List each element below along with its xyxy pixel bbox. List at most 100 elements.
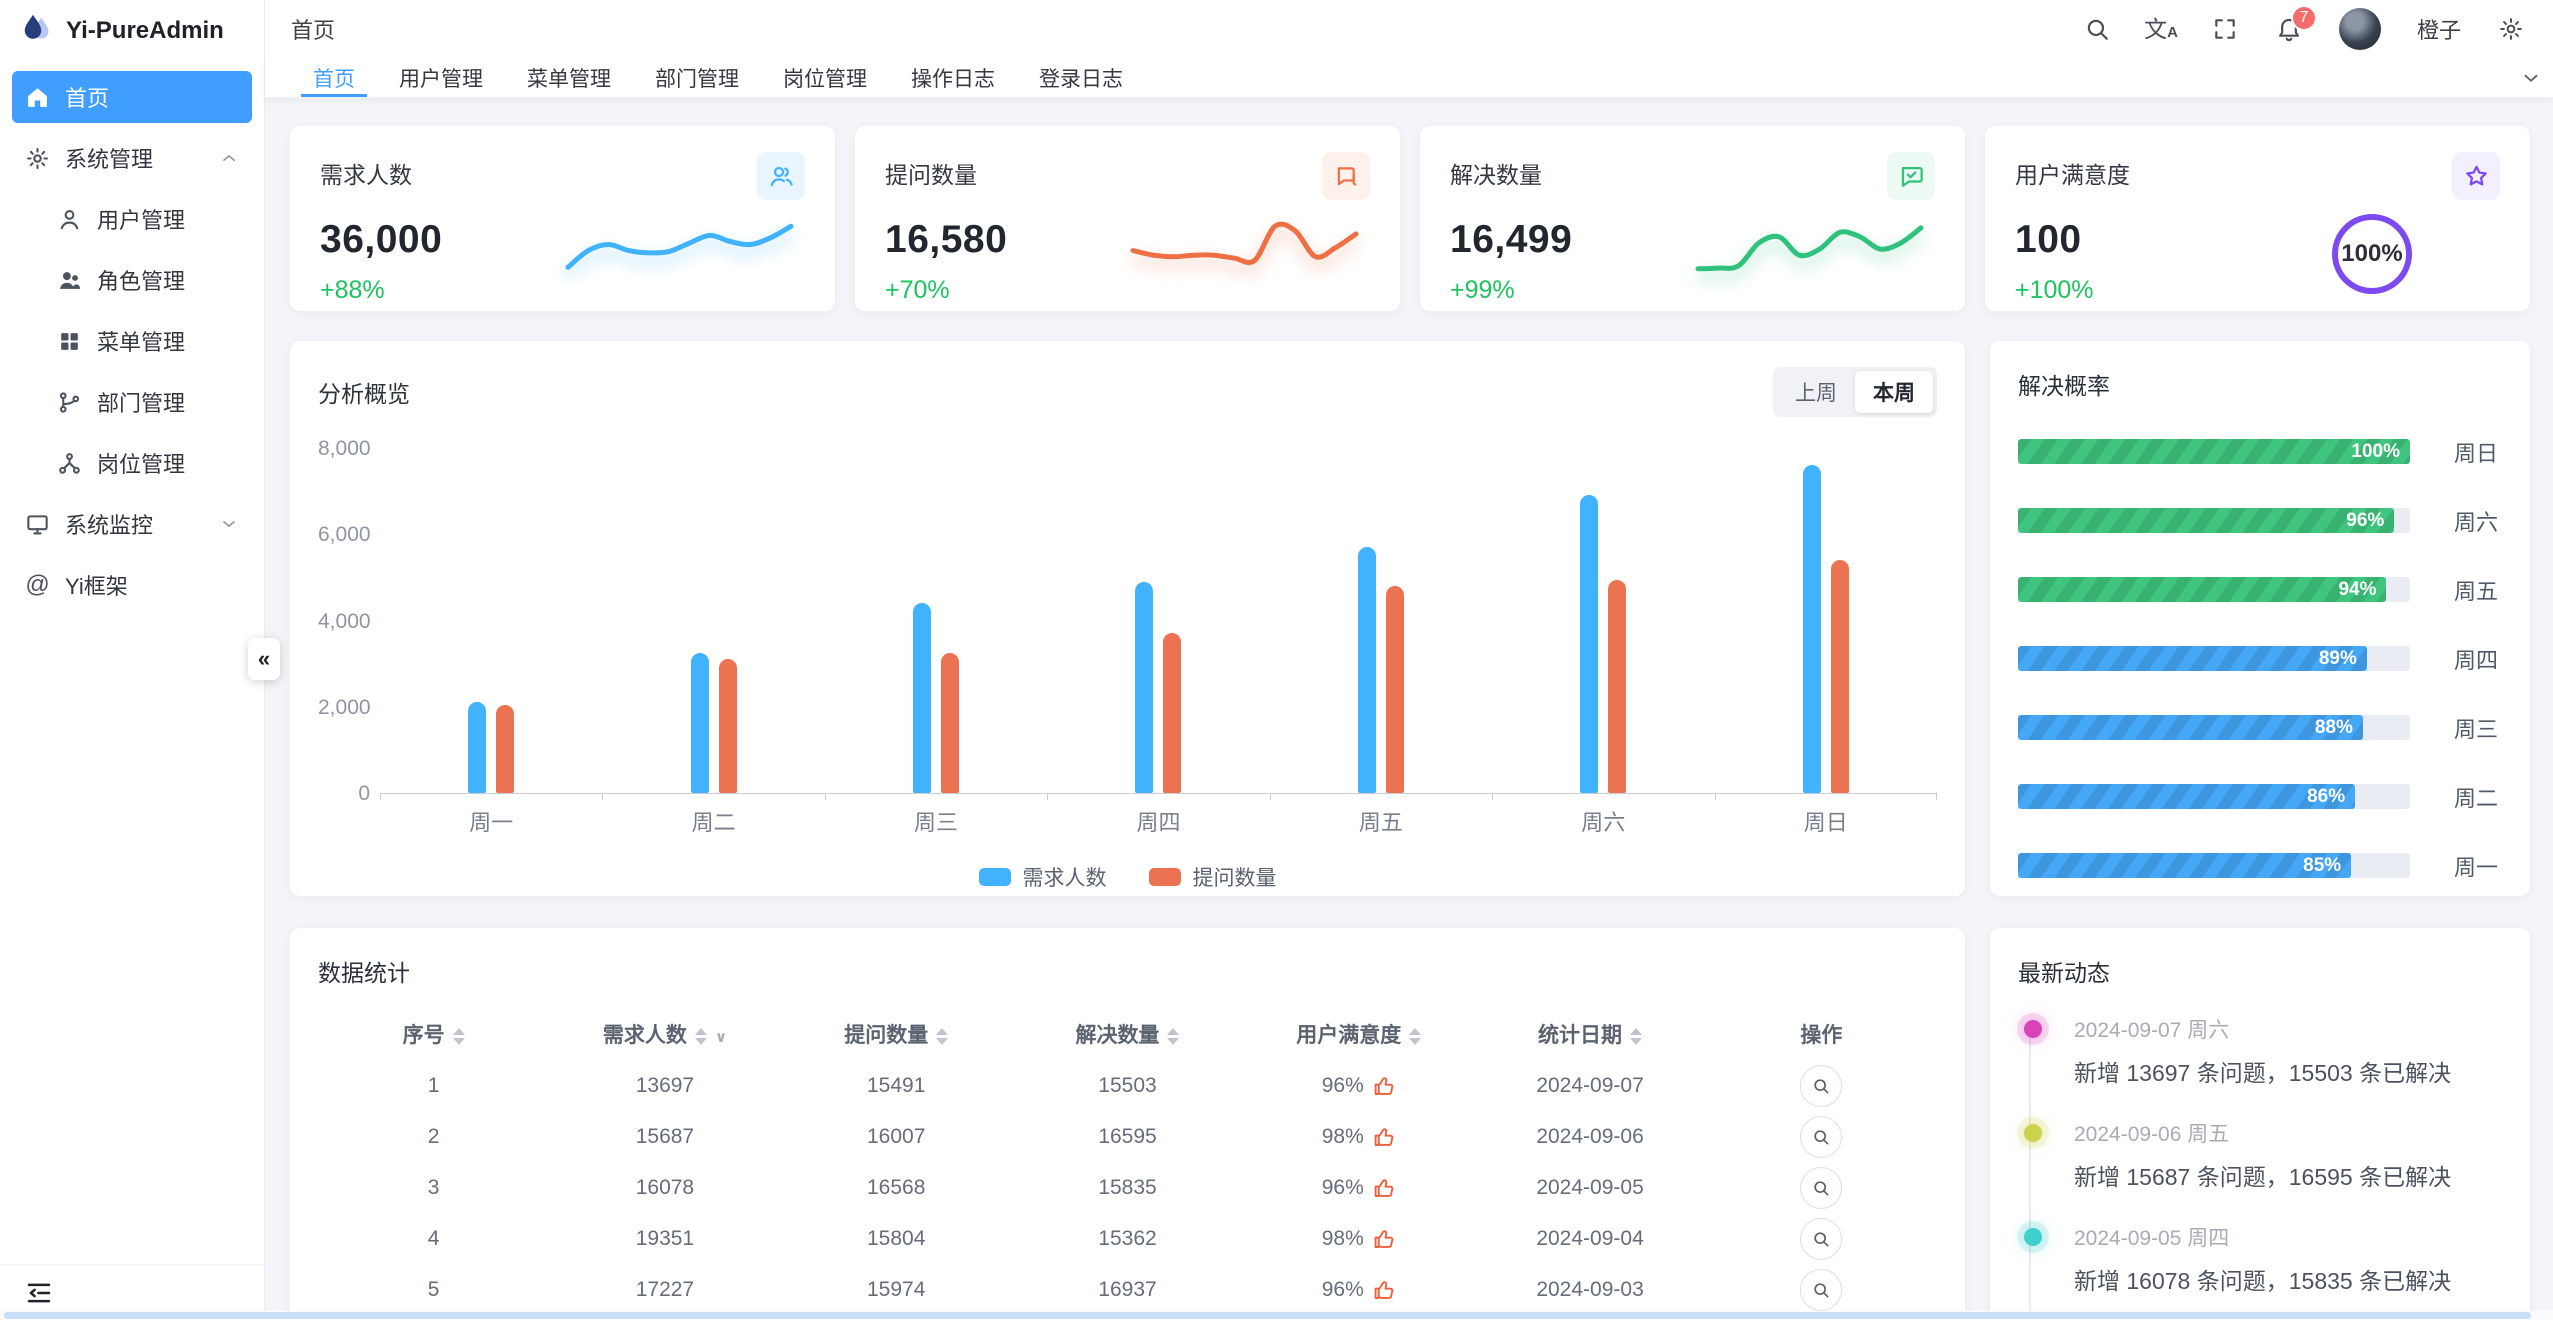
sidebar-item-系统监控[interactable]: 系统监控 bbox=[12, 498, 252, 550]
table-row: 419351158041536298%2024-09-04 bbox=[318, 1213, 1937, 1264]
x-axis-tick bbox=[602, 793, 603, 800]
toggle-本周[interactable]: 本周 bbox=[1855, 371, 1933, 413]
column-header-需求人数[interactable]: 需求人数∨ bbox=[549, 1008, 780, 1060]
table-row: 215687160071659598%2024-09-06 bbox=[318, 1111, 1937, 1162]
tab-岗位管理[interactable]: 岗位管理 bbox=[761, 58, 889, 97]
thumb-up-icon bbox=[1372, 1227, 1396, 1251]
y-axis-tick-label: 2,000 bbox=[318, 696, 370, 720]
sidebar-item-用户管理[interactable]: 用户管理 bbox=[12, 193, 252, 245]
table-row: 113697154911550396%2024-09-07 bbox=[318, 1060, 1937, 1111]
timeline-entry: 2024-09-05 周四新增 16078 条问题，15835 条已解决 bbox=[2022, 1222, 2502, 1296]
sort-carets-icon[interactable] bbox=[1630, 1028, 1642, 1045]
bar-提问数量-周四 bbox=[1163, 633, 1181, 793]
column-header-提问数量[interactable]: 提问数量 bbox=[781, 1008, 1012, 1060]
sidebar-item-label: 系统管理 bbox=[65, 142, 153, 174]
sidebar-item-Yi框架[interactable]: @Yi框架 bbox=[12, 559, 252, 611]
timeline-text: 新增 16078 条问题，15835 条已解决 bbox=[2074, 1262, 2502, 1296]
tab-操作日志[interactable]: 操作日志 bbox=[889, 58, 1017, 97]
bar-group-周日: 周日 bbox=[1715, 449, 1937, 793]
chart-title: 分析概览 bbox=[318, 375, 410, 409]
cell-no: 5 bbox=[318, 1264, 549, 1315]
progress-fill: 96% bbox=[2018, 508, 2394, 533]
sidebar-item-岗位管理[interactable]: 岗位管理 bbox=[12, 437, 252, 489]
progress-day-label: 周日 bbox=[2454, 436, 2498, 468]
search-icon[interactable] bbox=[2083, 15, 2111, 43]
tab-用户管理[interactable]: 用户管理 bbox=[377, 58, 505, 97]
sidebar-item-系统管理[interactable]: 系统管理 bbox=[12, 132, 252, 184]
tab-菜单管理[interactable]: 菜单管理 bbox=[505, 58, 633, 97]
bar-group-周四: 周四 bbox=[1047, 449, 1269, 793]
sidebar-item-label: 系统监控 bbox=[65, 508, 153, 540]
plot-area: 周一周二周三周四周五周六周日 bbox=[380, 449, 1937, 794]
row-search-button[interactable] bbox=[1800, 1269, 1842, 1311]
logo[interactable]: Yi-PureAdmin bbox=[0, 0, 264, 62]
sidebar-item-角色管理[interactable]: 角色管理 bbox=[12, 254, 252, 306]
x-axis-label: 周四 bbox=[1136, 805, 1180, 837]
progress-percent-label: 94% bbox=[2338, 579, 2376, 601]
cell-solved: 16595 bbox=[1012, 1111, 1243, 1162]
sidebar-collapse-fab[interactable]: « bbox=[248, 638, 280, 680]
progress-percent-label: 96% bbox=[2346, 510, 2384, 532]
cell-solved: 15362 bbox=[1012, 1213, 1243, 1264]
translate-icon[interactable]: 文A bbox=[2147, 15, 2175, 43]
cell-demand: 13697 bbox=[549, 1060, 780, 1111]
settings-gear-icon[interactable] bbox=[2497, 15, 2525, 43]
progress-fill: 85% bbox=[2018, 853, 2351, 878]
sidebar-item-菜单管理[interactable]: 菜单管理 bbox=[12, 315, 252, 367]
sort-carets-icon[interactable] bbox=[1409, 1028, 1421, 1045]
column-header-统计日期[interactable]: 统计日期 bbox=[1474, 1008, 1705, 1060]
progress-percent-label: 89% bbox=[2319, 648, 2357, 670]
fullscreen-icon[interactable] bbox=[2211, 15, 2239, 43]
sort-carets-icon[interactable] bbox=[695, 1028, 707, 1045]
progress-fill: 100% bbox=[2018, 439, 2410, 464]
column-header-序号[interactable]: 序号 bbox=[318, 1008, 549, 1060]
x-axis-label: 周日 bbox=[1804, 805, 1848, 837]
tab-部门管理[interactable]: 部门管理 bbox=[633, 58, 761, 97]
sidebar-item-首页[interactable]: 首页 bbox=[12, 71, 252, 123]
bottom-row: 数据统计 序号需求人数∨提问数量解决数量用户满意度统计日期操作113697154… bbox=[290, 928, 2530, 1320]
tab-首页[interactable]: 首页 bbox=[291, 58, 377, 97]
home-icon bbox=[25, 85, 50, 110]
cell-demand: 16078 bbox=[549, 1162, 780, 1213]
row-search-button[interactable] bbox=[1800, 1167, 1842, 1209]
tab-登录日志[interactable]: 登录日志 bbox=[1017, 58, 1145, 97]
sort-carets-icon[interactable] bbox=[1167, 1028, 1179, 1045]
legend-item-需求人数[interactable]: 需求人数 bbox=[979, 862, 1107, 892]
column-header-解决数量[interactable]: 解决数量 bbox=[1012, 1008, 1243, 1060]
week-toggle: 上周本周 bbox=[1773, 367, 1937, 417]
timeline-dot bbox=[2024, 1228, 2042, 1246]
sidebar-item-label: 岗位管理 bbox=[97, 447, 185, 479]
stat-card-row: 需求人数36,000+88%提问数量16,580+70%解决数量16,499+9… bbox=[290, 126, 2530, 311]
row-search-button[interactable] bbox=[1800, 1218, 1842, 1260]
table-header-row: 序号需求人数∨提问数量解决数量用户满意度统计日期操作 bbox=[318, 1008, 1937, 1060]
horizontal-scrollbar-thumb[interactable] bbox=[4, 1312, 2531, 1319]
cell-question: 16007 bbox=[781, 1111, 1012, 1162]
thumb-up-icon bbox=[1372, 1125, 1396, 1149]
row-search-button[interactable] bbox=[1800, 1116, 1842, 1158]
header-chevron-down-icon[interactable]: ∨ bbox=[715, 1029, 727, 1046]
username[interactable]: 橙子 bbox=[2417, 13, 2461, 45]
stat-card-delta: +100% bbox=[2015, 276, 2500, 305]
timeline-dot bbox=[2024, 1124, 2042, 1142]
x-axis-tick bbox=[1047, 793, 1048, 800]
stat-card-需求人数: 需求人数36,000+88% bbox=[290, 126, 835, 311]
progress-fill: 88% bbox=[2018, 715, 2363, 740]
legend-item-提问数量[interactable]: 提问数量 bbox=[1149, 862, 1277, 892]
avatar[interactable] bbox=[2339, 8, 2381, 50]
toggle-上周[interactable]: 上周 bbox=[1777, 371, 1855, 413]
cell-demand: 19351 bbox=[549, 1213, 780, 1264]
notifications-bell-icon[interactable]: 7 bbox=[2275, 15, 2303, 43]
bar-group-周六: 周六 bbox=[1492, 449, 1714, 793]
column-header-label: 用户满意度 bbox=[1296, 1024, 1401, 1047]
department-icon bbox=[57, 390, 82, 415]
sort-carets-icon[interactable] bbox=[936, 1028, 948, 1045]
sidebar: Yi-PureAdmin 首页系统管理用户管理角色管理菜单管理部门管理岗位管理系… bbox=[0, 0, 265, 1320]
bar-group-周二: 周二 bbox=[602, 449, 824, 793]
tabs-chevron-down-icon[interactable] bbox=[2509, 67, 2553, 89]
sort-carets-icon[interactable] bbox=[453, 1028, 465, 1045]
column-header-用户满意度[interactable]: 用户满意度 bbox=[1243, 1008, 1474, 1060]
chevron-down-icon bbox=[219, 514, 239, 534]
menu-fold-icon[interactable] bbox=[24, 1278, 54, 1308]
row-search-button[interactable] bbox=[1800, 1065, 1842, 1107]
sidebar-item-部门管理[interactable]: 部门管理 bbox=[12, 376, 252, 428]
